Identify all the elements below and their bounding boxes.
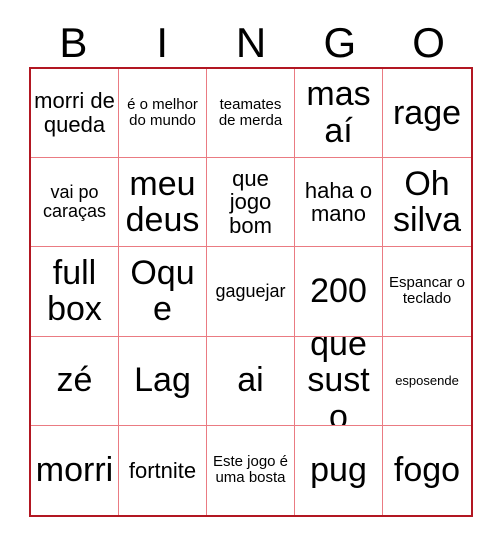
bingo-cell[interactable]: ai <box>207 336 295 426</box>
bingo-cell-text: esposende <box>395 372 459 388</box>
bingo-cell[interactable]: Oh silva <box>383 158 471 248</box>
bingo-cell-text: morri <box>35 451 114 490</box>
bingo-cell[interactable]: Este jogo é uma bosta <box>207 425 295 515</box>
bingo-cell-text: morri de queda <box>34 88 115 138</box>
bingo-cell[interactable]: fogo <box>383 425 471 515</box>
bingo-cell[interactable]: Lag <box>119 336 207 426</box>
bingo-grid: morri de queda é o melhor do mundo teama… <box>29 67 473 517</box>
bingo-cell[interactable]: vai po caraças <box>31 158 119 248</box>
header-letter-b: B <box>59 18 88 66</box>
bingo-cell[interactable]: 200 <box>295 247 383 337</box>
bingo-cell-text: ai <box>237 361 264 400</box>
header-letter-o: O <box>412 18 445 66</box>
bingo-cell[interactable]: Espancar o teclado <box>383 247 471 337</box>
bingo-cell[interactable]: que susto <box>295 336 383 426</box>
bingo-cell[interactable]: haha o mano <box>295 158 383 248</box>
bingo-cell-text: é o melhor do mundo <box>127 95 198 130</box>
bingo-cell[interactable]: que jogo bom <box>207 158 295 248</box>
bingo-cell-text: Espancar o teclado <box>389 274 465 308</box>
bingo-cell-text: Este jogo é uma bosta <box>212 453 289 487</box>
bingo-cell-text: fogo <box>393 451 461 490</box>
bingo-cell[interactable]: morri de queda <box>31 69 119 159</box>
bingo-header: B I N G O <box>29 18 473 67</box>
bingo-card: B I N G O morri de queda é o melhor do m… <box>0 0 500 544</box>
header-letter-n: N <box>235 18 267 66</box>
bingo-cell-text: fortnite <box>128 457 197 483</box>
bingo-cell-text: 200 <box>310 272 367 311</box>
bingo-cell-text: pug <box>310 451 367 490</box>
bingo-cell[interactable]: rage <box>383 69 471 159</box>
header-letter-g: G <box>323 18 357 66</box>
bingo-cell[interactable]: zé <box>31 336 119 426</box>
bingo-cell-text: haha o mano <box>304 177 373 227</box>
bingo-cell-text: teamates de merda <box>218 95 283 130</box>
header-letter-i: I <box>156 18 169 66</box>
bingo-cell-text: gaguejar <box>215 280 286 301</box>
bingo-cell-text: Lag <box>134 361 191 400</box>
bingo-cell-text: zé <box>56 361 93 400</box>
bingo-cell-text: que jogo bom <box>229 165 272 239</box>
bingo-cell[interactable]: morri <box>31 425 119 515</box>
bingo-cell[interactable]: mas aí <box>295 69 383 159</box>
bingo-cell-text: full box <box>47 253 102 329</box>
bingo-cell-text: meu deus <box>125 164 200 240</box>
bingo-cell[interactable]: pug <box>295 425 383 515</box>
bingo-cell-text: Oque <box>130 253 195 329</box>
bingo-cell[interactable]: meu deus <box>119 158 207 248</box>
bingo-cell[interactable]: gaguejar <box>207 247 295 337</box>
bingo-cell[interactable]: full box <box>31 247 119 337</box>
bingo-cell[interactable]: é o melhor do mundo <box>119 69 207 159</box>
bingo-cell-text: Oh silva <box>392 164 462 240</box>
bingo-cell-text: rage <box>392 93 462 132</box>
bingo-cell[interactable]: fortnite <box>119 425 207 515</box>
bingo-cell[interactable]: teamates de merda <box>207 69 295 159</box>
bingo-cell-text: mas aí <box>306 75 371 151</box>
bingo-cell[interactable]: Oque <box>119 247 207 337</box>
bingo-cell-text: que susto <box>307 336 370 426</box>
bingo-cell[interactable]: esposende <box>383 336 471 426</box>
bingo-cell-text: vai po caraças <box>42 181 107 222</box>
